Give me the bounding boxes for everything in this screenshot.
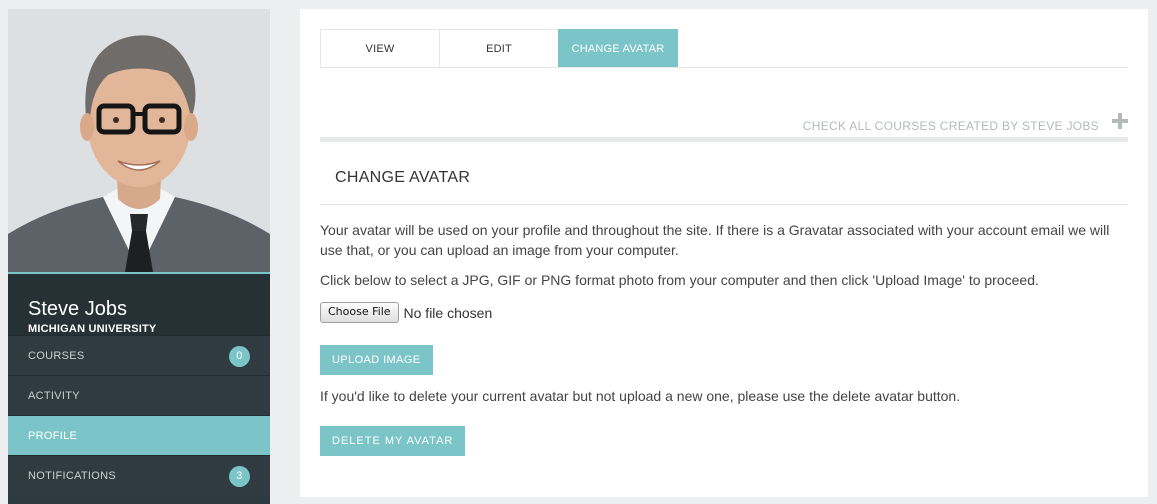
sidebar-item-label: NOTIFICATIONS — [28, 470, 117, 482]
sidebar-item-label: COURSES — [28, 350, 85, 362]
tab-edit[interactable]: EDIT — [439, 29, 559, 67]
avatar-image — [8, 9, 270, 272]
file-status: No file chosen — [403, 304, 493, 321]
upload-image-button[interactable]: UPLOAD IMAGE — [320, 345, 433, 375]
sidebar-item-label: ACTIVITY — [28, 390, 80, 402]
section-title: CHANGE AVATAR — [335, 169, 471, 186]
divider — [320, 137, 1128, 142]
sidebar-item-notifications[interactable]: NOTIFICATIONS 3 — [8, 455, 270, 495]
user-school: MICHIGAN UNIVERSITY — [28, 323, 157, 335]
tab-view[interactable]: VIEW — [320, 29, 440, 67]
avatar — [8, 9, 270, 274]
profile-tabs: VIEW EDIT CHANGE AVATAR — [320, 29, 1128, 68]
check-courses-link[interactable]: CHECK ALL COURSES CREATED BY STEVE JOBS — [803, 119, 1099, 133]
notifications-count-badge: 3 — [229, 466, 250, 487]
tab-change-avatar[interactable]: CHANGE AVATAR — [558, 29, 678, 67]
sidebar-item-activity[interactable]: ACTIVITY — [8, 375, 270, 415]
delete-avatar-button[interactable]: DELETE MY AVATAR — [320, 426, 466, 456]
instructions-text: Click below to select a JPG, GIF or PNG … — [320, 272, 1039, 288]
plus-icon[interactable] — [1112, 113, 1128, 129]
file-input: Choose File No file chosen — [320, 302, 492, 323]
sidebar-item-label: PROFILE — [28, 430, 78, 442]
user-name: Steve Jobs — [28, 298, 127, 320]
intro-text: Your avatar will be used on your profile… — [320, 222, 1110, 258]
courses-count-badge: 0 — [229, 346, 250, 367]
choose-file-button[interactable]: Choose File — [320, 302, 399, 323]
sidebar-item-courses[interactable]: COURSES 0 — [8, 335, 270, 375]
sidebar-item-profile[interactable]: PROFILE — [8, 415, 270, 455]
profile-sidebar: Steve Jobs MICHIGAN UNIVERSITY COURSES 0… — [8, 9, 270, 504]
main-panel: VIEW EDIT CHANGE AVATAR CHECK ALL COURSE… — [300, 9, 1148, 497]
sidebar-menu: COURSES 0 ACTIVITY PROFILE NOTIFICATIONS… — [8, 335, 270, 495]
delete-note-text: If you'd like to delete your current ava… — [320, 388, 961, 404]
user-info: Steve Jobs MICHIGAN UNIVERSITY — [8, 274, 270, 335]
divider — [320, 204, 1128, 205]
